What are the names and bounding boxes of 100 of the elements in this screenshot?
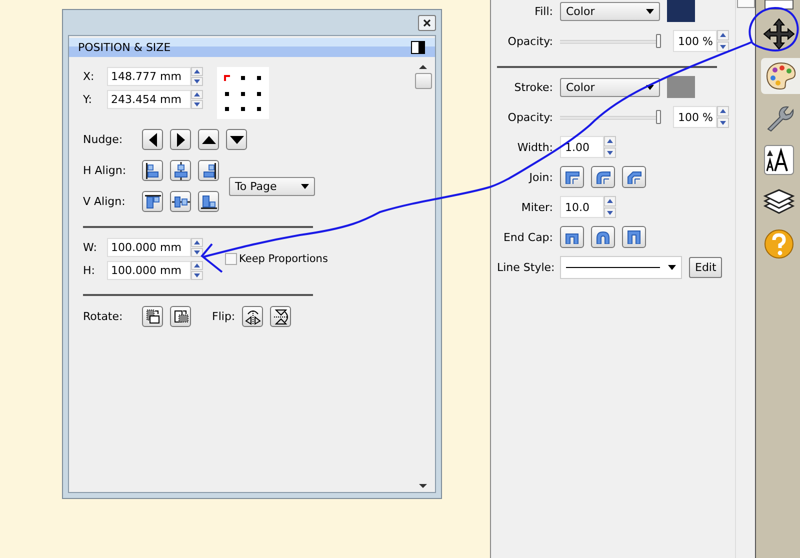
spinner-icon[interactable] bbox=[191, 67, 203, 86]
number-field[interactable]: 148.777 mm bbox=[107, 67, 191, 86]
rotate-left-button[interactable] bbox=[142, 306, 163, 327]
align-icon bbox=[200, 194, 218, 210]
align-to-dropdown[interactable]: To Page bbox=[229, 176, 315, 196]
number-field[interactable]: 100.000 mm bbox=[107, 261, 191, 280]
anchor-point[interactable] bbox=[257, 92, 261, 96]
fill-dropdown[interactable]: Color bbox=[560, 2, 660, 20]
join-label: Join: bbox=[528, 170, 553, 184]
close-button[interactable] bbox=[418, 14, 436, 30]
width-label: Width: bbox=[516, 140, 553, 154]
checkbox-label[interactable]: Keep Proportions bbox=[239, 253, 328, 265]
anchor-point[interactable] bbox=[257, 76, 261, 80]
align-button[interactable] bbox=[142, 191, 163, 212]
line-style-label: Line Style: bbox=[497, 261, 553, 274]
align-button[interactable] bbox=[170, 160, 191, 181]
dock-icon[interactable] bbox=[411, 41, 425, 54]
align-button[interactable] bbox=[142, 160, 163, 181]
align-button[interactable] bbox=[198, 160, 219, 181]
triangle-icon bbox=[148, 132, 156, 146]
fill-label: Fill: bbox=[534, 4, 553, 18]
text-size-icon bbox=[764, 145, 794, 175]
color-swatch[interactable] bbox=[667, 0, 695, 22]
join-button[interactable] bbox=[560, 166, 584, 188]
nudge-label: Nudge: bbox=[83, 133, 124, 146]
line-cap-icon bbox=[626, 230, 642, 244]
slider-thumb[interactable] bbox=[656, 34, 661, 48]
field-label: X: bbox=[83, 70, 96, 83]
nudge-button[interactable] bbox=[198, 129, 219, 150]
end-cap-button[interactable] bbox=[591, 226, 615, 248]
stroke-label: Stroke: bbox=[513, 80, 553, 94]
scroll-thumb[interactable] bbox=[414, 73, 432, 89]
line-join-icon bbox=[595, 170, 611, 184]
help-icon bbox=[764, 229, 794, 259]
panel-tab[interactable] bbox=[760, 58, 800, 94]
checkbox[interactable] bbox=[225, 253, 237, 265]
anchor-point[interactable] bbox=[241, 107, 245, 112]
align-icon bbox=[200, 162, 216, 180]
scroll-up-icon[interactable] bbox=[419, 65, 427, 69]
spinner-icon[interactable] bbox=[191, 90, 203, 109]
line-join-icon bbox=[626, 170, 642, 184]
spinner-icon[interactable] bbox=[604, 196, 616, 218]
align-icon bbox=[144, 162, 160, 180]
flip-icon bbox=[272, 308, 290, 326]
triangle-icon bbox=[176, 132, 184, 146]
field-label: W: bbox=[83, 241, 98, 254]
line-join-icon bbox=[564, 170, 580, 184]
stroke-dropdown[interactable]: Color bbox=[560, 78, 660, 96]
nudge-button[interactable] bbox=[170, 129, 191, 150]
triangle-icon bbox=[202, 136, 216, 144]
width-field[interactable]: 1.00 bbox=[560, 136, 604, 158]
caret-icon bbox=[668, 265, 676, 270]
anchor-point[interactable] bbox=[225, 92, 229, 96]
close-icon bbox=[423, 18, 431, 26]
number-field[interactable]: 243.454 mm bbox=[107, 90, 191, 109]
rotate-right-button[interactable] bbox=[170, 306, 191, 327]
opacity-label: Opacity: bbox=[506, 110, 553, 124]
nudge-button[interactable] bbox=[226, 129, 247, 150]
triangle-icon bbox=[230, 136, 244, 144]
edit-button[interactable]: Edit bbox=[689, 257, 722, 278]
anchor-point[interactable] bbox=[257, 107, 261, 112]
rotate-icon bbox=[144, 308, 160, 324]
field-label: Y: bbox=[83, 93, 93, 106]
flip-horizontal-button[interactable] bbox=[242, 306, 264, 327]
flip-vertical-button[interactable] bbox=[270, 306, 292, 327]
join-button[interactable] bbox=[591, 166, 615, 188]
align-button[interactable] bbox=[170, 191, 191, 212]
anchor-point[interactable] bbox=[241, 76, 245, 80]
spinner-icon[interactable] bbox=[717, 106, 729, 128]
scroll-thumb[interactable] bbox=[737, 0, 755, 8]
scroll-down-icon[interactable] bbox=[419, 484, 427, 488]
rotate-label: Rotate: bbox=[83, 310, 124, 323]
line-style-dropdown[interactable] bbox=[560, 256, 682, 279]
align-button[interactable] bbox=[198, 191, 219, 212]
nudge-button[interactable] bbox=[142, 129, 163, 150]
align-icon bbox=[172, 194, 190, 210]
spinner-icon[interactable] bbox=[717, 30, 729, 52]
layers-icon bbox=[762, 189, 794, 215]
flip-icon bbox=[244, 308, 262, 326]
align-icon bbox=[172, 162, 188, 180]
join-button[interactable] bbox=[622, 166, 646, 188]
spinner-icon[interactable] bbox=[191, 238, 203, 257]
spinner-icon[interactable] bbox=[604, 136, 616, 158]
end-cap-button[interactable] bbox=[622, 226, 646, 248]
line-cap-icon bbox=[595, 230, 611, 244]
end-cap-button[interactable] bbox=[560, 226, 584, 248]
align-icon bbox=[144, 194, 162, 210]
slider-thumb[interactable] bbox=[656, 110, 661, 124]
rotate-icon bbox=[172, 308, 188, 324]
opacity-field[interactable]: 100 % bbox=[673, 30, 717, 52]
opacity-field[interactable]: 100 % bbox=[673, 106, 717, 128]
miter-field[interactable]: 10.0 bbox=[560, 196, 604, 218]
color-swatch[interactable] bbox=[667, 76, 695, 98]
number-field[interactable]: 100.000 mm bbox=[107, 238, 191, 257]
miter-label: Miter: bbox=[520, 200, 553, 214]
spinner-icon[interactable] bbox=[191, 261, 203, 280]
section-title: POSITION & SIZE bbox=[78, 41, 171, 54]
anchor-point[interactable] bbox=[225, 107, 229, 112]
anchor-point[interactable] bbox=[241, 92, 245, 96]
move-icon bbox=[762, 18, 794, 50]
